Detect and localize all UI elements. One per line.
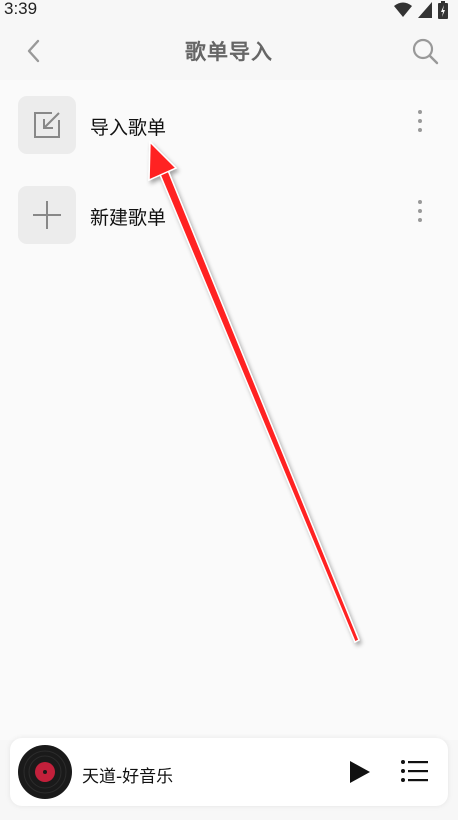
- more-icon: [410, 110, 430, 132]
- app-header: 歌单导入: [0, 22, 458, 80]
- search-icon: [412, 38, 439, 65]
- play-button[interactable]: [345, 758, 373, 786]
- plus-icon: [33, 201, 61, 229]
- back-button[interactable]: [18, 34, 52, 68]
- import-more-button[interactable]: [410, 110, 430, 140]
- album-disc: [18, 745, 72, 799]
- playlist-options: 导入歌单 新建歌单: [0, 80, 458, 740]
- status-icons: [394, 1, 448, 19]
- playlist-icon: [401, 760, 428, 782]
- status-time: 3:39: [4, 0, 38, 18]
- back-icon: [27, 39, 40, 63]
- more-icon: [410, 200, 430, 222]
- plus-icon-box: [18, 186, 76, 244]
- new-playlist-item[interactable]: 新建歌单: [0, 170, 458, 250]
- search-button[interactable]: [408, 34, 442, 68]
- import-icon-box: [18, 96, 76, 154]
- status-bar: 3:39: [0, 0, 458, 22]
- import-playlist-label: 导入歌单: [90, 117, 167, 139]
- wifi-icon: [394, 2, 412, 17]
- mini-player[interactable]: 天道-好音乐: [10, 738, 448, 806]
- signal-icon: [418, 2, 432, 18]
- playlist-button[interactable]: [400, 757, 430, 785]
- import-playlist-item[interactable]: 导入歌单: [0, 80, 458, 160]
- new-more-button[interactable]: [410, 200, 430, 230]
- new-playlist-label: 新建歌单: [90, 207, 167, 229]
- page-title: 歌单导入: [185, 40, 273, 64]
- play-icon: [350, 761, 370, 783]
- battery-icon: [438, 1, 448, 19]
- import-icon: [34, 112, 60, 138]
- now-playing-title: 天道-好音乐: [82, 767, 174, 787]
